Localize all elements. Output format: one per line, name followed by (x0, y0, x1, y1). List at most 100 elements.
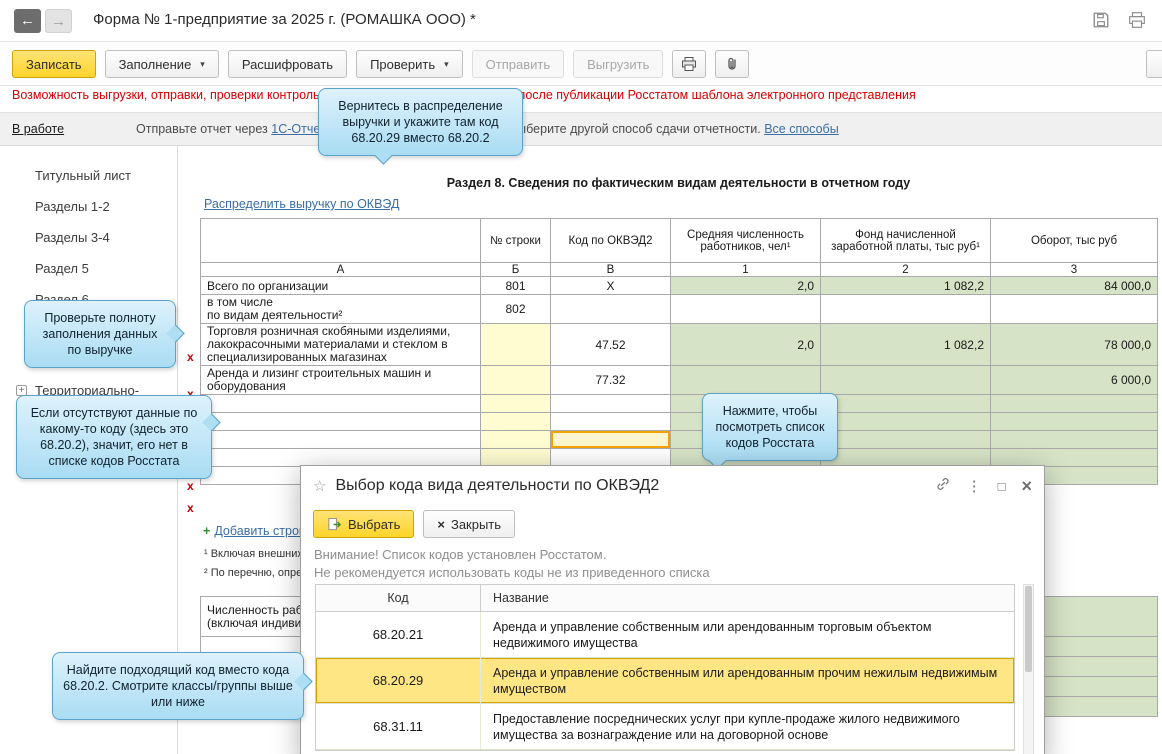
sidebar-item-title-page[interactable]: Титульный лист (0, 160, 177, 191)
cell-okved-selected[interactable] (550, 430, 671, 449)
table-row (200, 430, 1158, 449)
cell-activity-name[interactable]: Торговля розничная скобяными изделиями, … (200, 323, 481, 366)
cell-line[interactable] (480, 412, 551, 431)
table-row: в том числе по видам деятельности² 802 (200, 294, 1158, 324)
add-row-link[interactable]: + Добавить строку (203, 524, 311, 538)
status-prefix: Отправьте отчет через (136, 122, 268, 136)
cell-line: 801 (480, 276, 551, 295)
distribute-revenue-link[interactable]: Распределить выручку по ОКВЭД (204, 197, 399, 211)
cell: 3 (990, 262, 1158, 277)
code-value: 68.31.11 (316, 704, 481, 749)
cell-activity-name[interactable] (200, 394, 481, 413)
print-icon[interactable] (1128, 11, 1146, 29)
cell: 1 (670, 262, 821, 277)
select-button-label: Выбрать (348, 516, 401, 532)
list-item[interactable]: 68.20.21 Аренда и управление собственным… (316, 612, 1014, 658)
cell-okved[interactable] (550, 394, 671, 413)
code-name: Аренда и управление собственным или арен… (493, 665, 998, 696)
code-list: Код Название 68.20.21 Аренда и управлени… (315, 584, 1015, 751)
save-icon[interactable] (1092, 11, 1110, 29)
dialog-warning-line1: Внимание! Список кодов установлен Росста… (314, 547, 607, 562)
cell (990, 430, 1158, 449)
cell-okved[interactable]: 77.32 (550, 365, 671, 395)
app-window: ← → Форма № 1-предприятие за 2025 г. (РО… (0, 0, 1162, 754)
cell-activity-name[interactable] (200, 412, 481, 431)
cell-okved[interactable] (550, 448, 671, 467)
decipher-button[interactable]: Расшифровать (227, 50, 348, 78)
check-button[interactable]: Проверить ▾ (356, 50, 463, 78)
kebab-menu-icon[interactable]: ⋮ (967, 477, 982, 495)
print-button[interactable] (672, 50, 707, 78)
callout-pointer (374, 146, 393, 165)
more-button[interactable] (1146, 50, 1162, 78)
close-button[interactable]: × Закрыть (423, 510, 516, 538)
cell: Б (480, 262, 551, 277)
cell-line[interactable] (480, 323, 551, 366)
back-button[interactable]: ← (14, 9, 41, 33)
chevron-down-icon: ▾ (200, 58, 205, 69)
cell-activity-name[interactable] (200, 448, 481, 467)
col-header-okved: Код по ОКВЭД2 (550, 218, 671, 263)
cell-line[interactable] (480, 448, 551, 467)
attachments-button[interactable] (715, 50, 750, 78)
scrollbar-thumb[interactable] (1025, 586, 1032, 672)
cell: В (550, 262, 671, 277)
save-button[interactable]: Записать (12, 50, 96, 78)
link-icon[interactable] (935, 476, 951, 497)
cell (550, 294, 671, 324)
col-header-code[interactable]: Код (316, 585, 481, 611)
unload-button[interactable]: Выгрузить (573, 50, 664, 78)
code-name: Предоставление посреднических услуг при … (493, 711, 960, 742)
sidebar-item-section-5[interactable]: Раздел 5 (0, 253, 177, 284)
all-methods-link[interactable]: Все способы (764, 122, 838, 136)
status-bar: В работе Отправьте отчет через 1С-Отчетн… (0, 112, 1162, 146)
delete-row-icon[interactable]: x (187, 479, 199, 493)
cell-line[interactable] (480, 365, 551, 395)
report-state-link[interactable]: В работе (12, 122, 64, 136)
cell-avg-staff: 2,0 (670, 323, 821, 366)
chevron-down-icon: ▾ (444, 58, 449, 69)
cell-activity-name[interactable] (200, 430, 481, 449)
fill-button[interactable]: Заполнение ▾ (104, 50, 219, 78)
cell (670, 294, 821, 324)
col-header-name[interactable]: Название (481, 591, 1014, 605)
table-row: Торговля розничная скобяными изделиями, … (200, 323, 1158, 366)
cell-avg-staff (670, 365, 821, 395)
printer-icon (682, 57, 697, 71)
close-button-label: Закрыть (450, 516, 502, 532)
cell-line: 802 (480, 294, 551, 324)
cell (820, 412, 991, 431)
close-icon[interactable]: × (1021, 476, 1032, 497)
dialog-titlebar: ☆ Выбор кода вида деятельности по ОКВЭД2… (301, 466, 1044, 506)
col-header-payroll: Фонд начисленной заработной платы, тыс р… (820, 218, 991, 263)
window-titlebar: ← → Форма № 1-предприятие за 2025 г. (РО… (0, 0, 1162, 42)
delete-row-icon[interactable]: x (187, 350, 199, 364)
list-item-selected[interactable]: 68.20.29 Аренда и управление собственным… (316, 658, 1014, 704)
callout-return-to-distribution: Вернитесь в распределение выручки и укаж… (318, 88, 523, 165)
row-label-by-activity: в том числе по видам деятельности² (200, 294, 481, 324)
sidebar-item-sections-1-2[interactable]: Разделы 1-2 (0, 191, 177, 222)
code-value: 68.20.29 (316, 658, 481, 703)
favorite-star-icon[interactable]: ☆ (313, 477, 326, 495)
cell-line[interactable] (480, 394, 551, 413)
select-button[interactable]: Выбрать (313, 510, 415, 538)
cell-okved[interactable] (550, 412, 671, 431)
table-row: Всего по организации 801 Х 2,0 1 082,2 8… (200, 276, 1158, 295)
cell-okved[interactable]: 47.52 (550, 323, 671, 366)
maximize-icon[interactable]: □ (998, 479, 1006, 494)
send-button[interactable]: Отправить (471, 50, 565, 78)
forward-button[interactable]: → (45, 9, 72, 33)
add-row-label: Добавить строку (214, 524, 311, 538)
code-name: Аренда и управление собственным или арен… (493, 619, 932, 650)
scrollbar[interactable] (1023, 584, 1034, 754)
callout-open-code-list: Нажмите, чтобы посмотреть список кодов Р… (702, 393, 838, 470)
cell-line[interactable] (480, 430, 551, 449)
plus-icon: + (203, 524, 211, 538)
sidebar-item-sections-3-4[interactable]: Разделы 3-4 (0, 222, 177, 253)
delete-row-icon[interactable]: x (187, 501, 199, 515)
cell-turnover: 6 000,0 (990, 365, 1158, 395)
dialog-title: Выбор кода вида деятельности по ОКВЭД2 (335, 477, 660, 494)
cell (990, 412, 1158, 431)
list-item[interactable]: 68.31.11 Предоставление посреднических у… (316, 704, 1014, 750)
cell-activity-name[interactable]: Аренда и лизинг строительных машин и обо… (200, 365, 481, 395)
